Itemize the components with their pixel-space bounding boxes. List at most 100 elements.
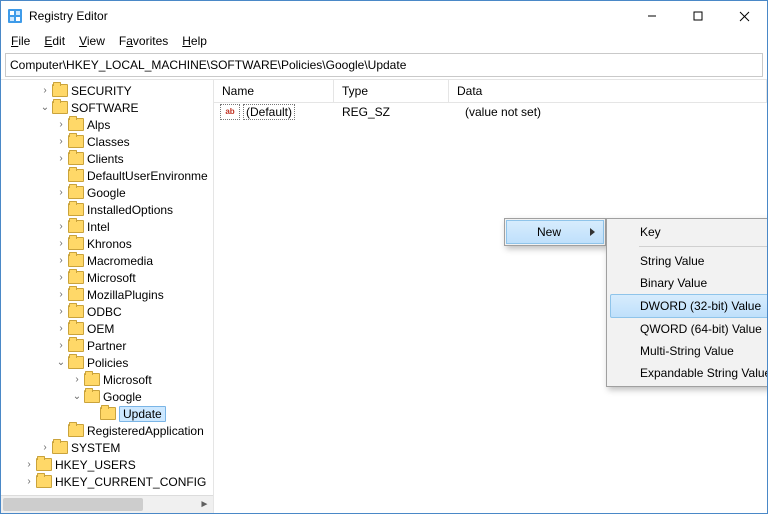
minimize-button[interactable] — [629, 1, 675, 31]
tree-node-khronos[interactable]: ›Khronos — [1, 235, 213, 252]
tree-label: OEM — [87, 322, 114, 336]
chevron-right-icon[interactable]: › — [39, 442, 51, 453]
menu-help[interactable]: Help — [176, 32, 213, 50]
tree-label: HKEY_USERS — [55, 458, 136, 472]
chevron-right-icon[interactable]: › — [23, 459, 35, 470]
tree-pane[interactable]: ›SECURITY⌄SOFTWARE › Alps › Classes › ClientsD… — [1, 80, 214, 513]
tree-label: Microsoft — [103, 373, 152, 387]
scrollbar-thumb[interactable] — [3, 498, 143, 511]
folder-icon — [68, 203, 84, 216]
tree-node-partner[interactable]: ›Partner — [1, 337, 213, 354]
col-data[interactable]: Data — [449, 80, 767, 102]
chevron-right-icon[interactable]: › — [55, 136, 67, 147]
menu-item-key[interactable]: Key — [610, 221, 767, 243]
tree-node-google[interactable]: ⌄Google — [1, 388, 213, 405]
tree-label: Macromedia — [87, 254, 153, 268]
folder-icon — [68, 339, 84, 352]
chevron-right-icon[interactable]: › — [55, 238, 67, 249]
tree-node-hkey-current-config[interactable]: ›HKEY_CURRENT_CONFIG — [1, 473, 213, 490]
folder-icon — [68, 424, 84, 437]
chevron-right-icon[interactable]: › — [71, 374, 83, 385]
col-type[interactable]: Type — [334, 80, 449, 102]
value-row-default[interactable]: ab (Default) REG_SZ (value not set) — [214, 103, 767, 121]
tree-node-update[interactable]: Update — [1, 405, 213, 422]
context-new-label: New — [537, 225, 561, 239]
menu-item-binary-value[interactable]: Binary Value — [610, 272, 767, 294]
folder-icon — [68, 254, 84, 267]
chevron-right-icon[interactable]: › — [55, 323, 67, 334]
menu-separator — [639, 246, 767, 247]
context-new[interactable]: New — [506, 220, 604, 244]
folder-icon — [68, 288, 84, 301]
tree-node-google[interactable]: ›Google — [1, 184, 213, 201]
chevron-right-icon[interactable]: › — [55, 272, 67, 283]
chevron-right-icon[interactable]: › — [55, 306, 67, 317]
tree-node-mozillaplugins[interactable]: › MozillaPlugins — [1, 286, 213, 303]
tree-node-hkey-users[interactable]: › HKEY_USERS — [1, 456, 213, 473]
tree-label: InstalledOptions — [87, 203, 173, 217]
folder-icon — [68, 135, 84, 148]
maximize-button[interactable] — [675, 1, 721, 31]
address-bar[interactable]: Computer\HKEY_LOCAL_MACHINE\SOFTWARE\Pol… — [5, 53, 763, 77]
registry-editor-window: Registry Editor File Edit View Favorites… — [0, 0, 768, 514]
tree-node-clients[interactable]: › Clients — [1, 150, 213, 167]
folder-icon — [84, 390, 100, 403]
tree-node-microsoft[interactable]: ›Microsoft — [1, 269, 213, 286]
column-headers: Name Type Data — [214, 80, 767, 103]
close-button[interactable] — [721, 1, 767, 31]
menu-view[interactable]: View — [73, 32, 111, 50]
tree-label: Classes — [87, 135, 130, 149]
folder-icon — [52, 441, 68, 454]
tree-node-system[interactable]: › SYSTEM — [1, 439, 213, 456]
chevron-right-icon[interactable]: › — [55, 289, 67, 300]
menu-item-string-value[interactable]: String Value — [610, 250, 767, 272]
tree-node-oem[interactable]: › OEM — [1, 320, 213, 337]
tree-node-software[interactable]: ⌄SOFTWARE — [1, 99, 213, 116]
chevron-right-icon[interactable]: › — [23, 476, 35, 487]
chevron-right-icon[interactable]: › — [55, 187, 67, 198]
tree-label: Intel — [87, 220, 110, 234]
tree-node-alps[interactable]: › Alps — [1, 116, 213, 133]
context-submenu-new: Key String ValueBinary ValueDWORD (32-bit… — [606, 218, 767, 387]
chevron-right-icon[interactable]: › — [55, 119, 67, 130]
menu-favorites[interactable]: Favorites — [113, 32, 174, 50]
tree-label: MozillaPlugins — [87, 288, 164, 302]
tree-node-security[interactable]: ›SECURITY — [1, 82, 213, 99]
col-name[interactable]: Name — [214, 80, 334, 102]
chevron-down-icon[interactable]: ⌄ — [71, 391, 83, 402]
values-pane[interactable]: Name Type Data ab (Default) REG_SZ (valu… — [214, 80, 767, 513]
chevron-right-icon[interactable]: › — [39, 85, 51, 96]
menu-item-dword-32-bit-value[interactable]: DWORD (32-bit) Value — [610, 294, 767, 318]
folder-icon — [100, 407, 116, 420]
folder-icon — [84, 373, 100, 386]
tree-node-defaultuserenvironme[interactable]: DefaultUserEnvironme — [1, 167, 213, 184]
tree-node-microsoft[interactable]: › Microsoft — [1, 371, 213, 388]
menu-file[interactable]: File — [5, 32, 36, 50]
tree-label: SYSTEM — [71, 441, 120, 455]
chevron-right-icon[interactable]: › — [55, 153, 67, 164]
tree-label: Clients — [87, 152, 124, 166]
menu-item-multi-string-value[interactable]: Multi-String Value — [610, 340, 767, 362]
tree-node-odbc[interactable]: ›ODBC — [1, 303, 213, 320]
chevron-right-icon[interactable]: › — [55, 221, 67, 232]
title-bar[interactable]: Registry Editor — [1, 1, 767, 31]
tree-node-registeredapplication[interactable]: RegisteredApplication — [1, 422, 213, 439]
chevron-down-icon[interactable]: ⌄ — [39, 102, 51, 113]
tree-node-classes[interactable]: › Classes — [1, 133, 213, 150]
menu-item-expandable-string-value[interactable]: Expandable String Value — [610, 362, 767, 384]
value-type: REG_SZ — [334, 105, 457, 119]
tree-node-policies[interactable]: ⌄Policies — [1, 354, 213, 371]
tree-node-intel[interactable]: › Intel — [1, 218, 213, 235]
scroll-right-icon[interactable]: ► — [196, 499, 213, 510]
chevron-right-icon[interactable]: › — [55, 340, 67, 351]
window-controls — [629, 1, 767, 31]
tree-horizontal-scrollbar[interactable]: ◄ ► — [1, 495, 213, 513]
chevron-right-icon[interactable]: › — [55, 255, 67, 266]
chevron-down-icon[interactable]: ⌄ — [55, 357, 67, 368]
tree-node-macromedia[interactable]: › Macromedia — [1, 252, 213, 269]
tree-label: Alps — [87, 118, 110, 132]
folder-icon — [68, 220, 84, 233]
tree-node-installedoptions[interactable]: InstalledOptions — [1, 201, 213, 218]
menu-edit[interactable]: Edit — [38, 32, 71, 50]
menu-item-qword-64-bit-value[interactable]: QWORD (64-bit) Value — [610, 318, 767, 340]
